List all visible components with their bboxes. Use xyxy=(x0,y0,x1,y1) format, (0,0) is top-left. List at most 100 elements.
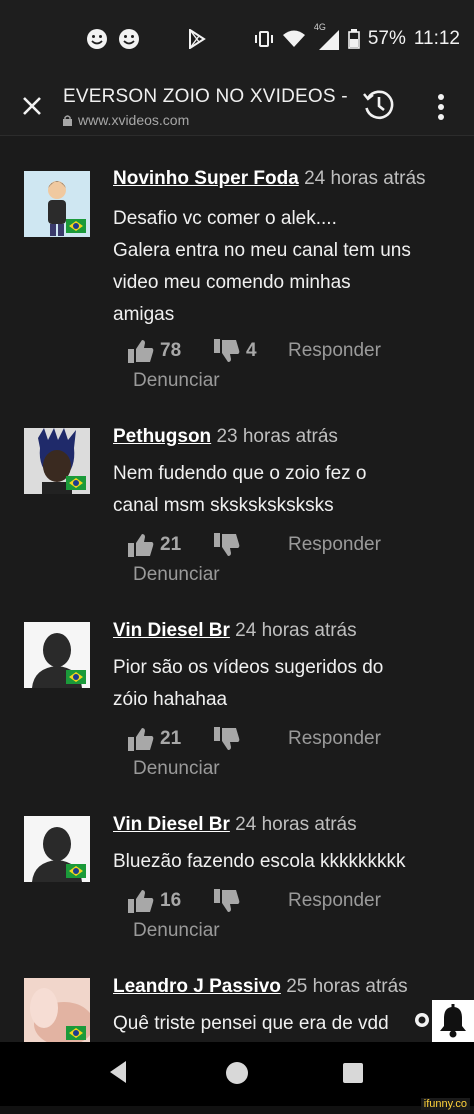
comment-author[interactable]: Pethugson xyxy=(113,426,211,447)
like-button[interactable]: 21 xyxy=(128,727,214,751)
comment-author[interactable]: Novinho Super Foda xyxy=(113,168,299,189)
comment-line: canal msm sksksksksksks xyxy=(113,495,334,516)
lock-icon xyxy=(63,114,72,126)
brazil-flag-icon xyxy=(66,219,86,233)
comment-time: 24 horas atrás xyxy=(235,620,357,641)
like-count: 16 xyxy=(160,890,182,911)
dislike-button[interactable] xyxy=(214,889,284,913)
report-link[interactable]: Denunciar xyxy=(133,564,381,586)
comment-text: Quê triste pensei que era de vdd xyxy=(113,1008,458,1040)
brazil-flag-icon xyxy=(66,1026,86,1040)
thumbs-up-icon xyxy=(128,534,154,557)
thumbs-down-icon xyxy=(214,533,240,556)
comment-header: Vin Diesel Br 24 horas atrás xyxy=(113,814,357,836)
wifi-icon xyxy=(282,30,305,47)
comment-header: Novinho Super Foda 24 horas atrás xyxy=(113,168,426,190)
notification-bell-button[interactable] xyxy=(432,1000,474,1042)
like-button[interactable]: 78 xyxy=(128,339,214,363)
thumbs-up-icon xyxy=(128,728,154,751)
eye-icon xyxy=(415,1013,429,1027)
comment-text: Desafio vc comer o alek.... Galera entra… xyxy=(113,203,458,331)
comment-header: Vin Diesel Br 24 horas atrás xyxy=(113,620,357,642)
comment-actions: 16 Responder Denunciar xyxy=(128,886,381,942)
comment-line: video meu comendo minhas xyxy=(113,272,351,293)
watermark: ifunny.co xyxy=(420,1098,470,1110)
smiley-icon xyxy=(87,29,107,49)
url-display[interactable]: www.xvideos.com xyxy=(63,112,189,128)
brazil-flag-icon xyxy=(66,864,86,878)
comment-author[interactable]: Leandro J Passivo xyxy=(113,976,281,997)
comment-actions: 21 Responder Denunciar xyxy=(128,724,381,780)
recents-icon[interactable] xyxy=(343,1063,363,1083)
avatar[interactable] xyxy=(24,978,90,1042)
close-icon[interactable] xyxy=(18,92,46,120)
comment-time: 24 horas atrás xyxy=(304,168,426,189)
thumbs-down-icon xyxy=(214,889,240,912)
reply-link[interactable]: Responder xyxy=(288,728,381,750)
comment-text: Pior são os vídeos sugeridos do zóio hah… xyxy=(113,652,458,716)
battery-percent: 57% xyxy=(367,28,406,49)
report-link[interactable]: Denunciar xyxy=(133,370,381,392)
brazil-flag-icon xyxy=(66,670,86,684)
comment-time: 24 horas atrás xyxy=(235,814,357,835)
comment-line: Desafio vc comer o alek.... xyxy=(113,208,337,229)
comment-header: Pethugson 23 horas atrás xyxy=(113,426,338,448)
report-link[interactable]: Denunciar xyxy=(133,758,381,780)
screen: { "status_bar": { "battery": "57%", "tim… xyxy=(0,0,474,1114)
comment-line: Galera entra no meu canal tem uns xyxy=(113,240,411,261)
status-bar: 4G 57% 11:12 xyxy=(0,0,474,78)
avatar[interactable] xyxy=(24,171,90,237)
more-vert-icon[interactable] xyxy=(432,92,450,122)
comment-time: 23 horas atrás xyxy=(216,426,338,447)
comment-line: amigas xyxy=(113,304,175,325)
comment-line: Quê triste pensei que era de vdd xyxy=(113,1013,389,1034)
avatar[interactable] xyxy=(24,428,90,494)
url-text: www.xvideos.com xyxy=(78,112,190,128)
comment-text: Bluezão fazendo escola kkkkkkkkk xyxy=(113,846,458,878)
dislike-count: 4 xyxy=(246,340,257,361)
like-count: 78 xyxy=(160,340,182,361)
comment-time: 25 horas atrás xyxy=(286,976,408,997)
clock: 11:12 xyxy=(413,28,460,49)
signal-icon: 4G xyxy=(314,22,340,50)
avatar[interactable] xyxy=(24,622,90,688)
thumbs-up-icon xyxy=(128,890,154,913)
comment-line: Nem fudendo que o zoio fez o xyxy=(113,463,367,484)
brazil-flag-icon xyxy=(66,476,86,490)
dislike-button[interactable]: 4 xyxy=(214,339,284,363)
comment-author[interactable]: Vin Diesel Br xyxy=(113,620,230,641)
comment-actions: 21 Responder Denunciar xyxy=(128,530,381,586)
thumbs-down-icon xyxy=(214,727,240,750)
comment-line: Bluezão fazendo escola kkkkkkkkk xyxy=(113,851,406,872)
comment-line: zóio hahahaa xyxy=(113,689,228,710)
comment-line: Pior são os vídeos sugeridos do xyxy=(113,657,384,678)
avatar[interactable] xyxy=(24,816,90,882)
comment-text: Nem fudendo que o zoio fez o canal msm s… xyxy=(113,458,458,522)
like-count: 21 xyxy=(160,534,182,555)
history-icon[interactable] xyxy=(362,88,396,122)
comments-list: Novinho Super Foda 24 horas atrás Desafi… xyxy=(0,136,474,1042)
thumbs-down-icon xyxy=(214,339,240,362)
comment-actions: 78 4 Responder Denunciar xyxy=(128,336,381,392)
smiley-icon xyxy=(119,29,139,49)
report-link[interactable]: Denunciar xyxy=(133,920,381,942)
reply-link[interactable]: Responder xyxy=(288,340,381,362)
like-button[interactable]: 16 xyxy=(128,889,214,913)
comment-author[interactable]: Vin Diesel Br xyxy=(113,814,230,835)
vibrate-icon xyxy=(254,31,273,47)
dislike-button[interactable] xyxy=(214,533,284,557)
play-store-icon xyxy=(189,29,206,49)
dislike-button[interactable] xyxy=(214,727,284,751)
reply-link[interactable]: Responder xyxy=(288,534,381,556)
home-icon[interactable] xyxy=(226,1062,248,1084)
back-icon[interactable] xyxy=(108,1060,128,1084)
reply-link[interactable]: Responder xyxy=(288,890,381,912)
battery-icon xyxy=(348,29,360,49)
page-title: EVERSON ZOIO NO XVIDEOS - xyxy=(63,86,348,107)
comment-header: Leandro J Passivo 25 horas atrás xyxy=(113,976,408,998)
bell-icon xyxy=(440,1004,466,1038)
like-count: 21 xyxy=(160,728,182,749)
like-button[interactable]: 21 xyxy=(128,533,214,557)
browser-toolbar: EVERSON ZOIO NO XVIDEOS - www.xvideos.co… xyxy=(0,78,474,136)
thumbs-up-icon xyxy=(128,340,154,363)
